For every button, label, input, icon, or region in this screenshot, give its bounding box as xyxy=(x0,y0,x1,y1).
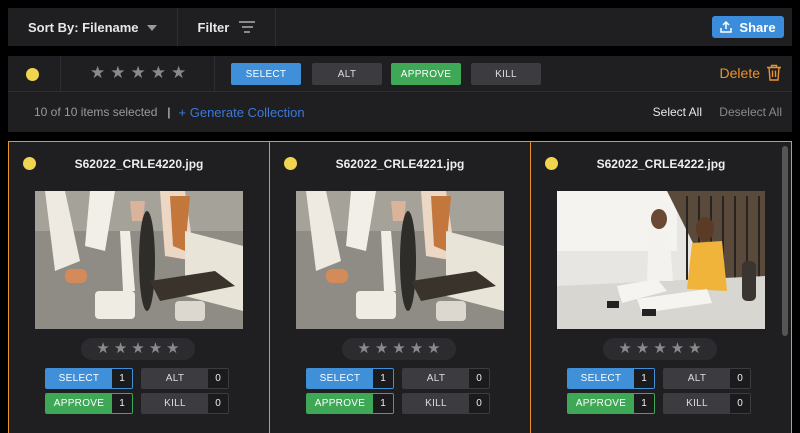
image-grid: S62022_CRLE4220.jpg ★ ★ ★ ★ ★ SELECT 1 A… xyxy=(8,141,792,433)
filter-icon xyxy=(239,21,256,33)
select-count: 1 xyxy=(112,369,132,388)
filename: S62022_CRLE4221.jpg xyxy=(335,157,465,171)
filename: S62022_CRLE4222.jpg xyxy=(596,157,726,171)
approve-tag-button[interactable]: APPROVE xyxy=(391,63,461,85)
star-icon[interactable]: ★ xyxy=(653,340,666,358)
image-thumbnail[interactable] xyxy=(35,191,243,329)
kill-counter[interactable]: KILL 0 xyxy=(663,393,751,414)
image-card[interactable]: S62022_CRLE4221.jpg ★ ★ ★ ★ ★ SELECT 1 A… xyxy=(269,141,531,433)
chevron-down-icon xyxy=(146,25,157,31)
star-icon[interactable]: ★ xyxy=(427,340,440,358)
approve-count: 1 xyxy=(373,394,393,413)
alt-label: ALT xyxy=(664,369,730,388)
kill-counter[interactable]: KILL 0 xyxy=(141,393,229,414)
batch-action-bar: ★ ★ ★ ★ ★ SELECT ALT APPROVE KILL Delete… xyxy=(8,56,792,132)
filename: S62022_CRLE4220.jpg xyxy=(74,157,204,171)
star-rating[interactable]: ★ ★ ★ ★ ★ xyxy=(603,338,717,360)
star-icon[interactable]: ★ xyxy=(131,64,146,82)
star-icon[interactable]: ★ xyxy=(151,64,166,82)
alt-counter[interactable]: ALT 0 xyxy=(663,368,751,389)
star-icon[interactable]: ★ xyxy=(110,64,125,82)
star-icon[interactable]: ★ xyxy=(149,340,162,358)
approve-count: 1 xyxy=(112,394,132,413)
kill-label: KILL xyxy=(664,394,730,413)
select-label: SELECT xyxy=(568,369,634,388)
alt-tag-button[interactable]: ALT xyxy=(312,63,382,85)
alt-label: ALT xyxy=(403,369,469,388)
kill-tag-button[interactable]: KILL xyxy=(471,63,541,85)
select-all-link[interactable]: Select All xyxy=(653,105,702,119)
alt-count: 0 xyxy=(208,369,228,388)
image-card[interactable]: S62022_CRLE4220.jpg ★ ★ ★ ★ ★ SELECT 1 A… xyxy=(8,141,270,433)
kill-counter[interactable]: KILL 0 xyxy=(402,393,490,414)
status-dot[interactable] xyxy=(26,68,39,81)
alt-label: ALT xyxy=(142,369,208,388)
star-icon[interactable]: ★ xyxy=(131,340,144,358)
select-counter[interactable]: SELECT 1 xyxy=(45,368,133,389)
divider xyxy=(60,56,61,92)
select-label: SELECT xyxy=(46,369,112,388)
kill-label: KILL xyxy=(142,394,208,413)
share-label: Share xyxy=(739,19,776,35)
share-button[interactable]: Share xyxy=(712,16,784,38)
star-icon[interactable]: ★ xyxy=(636,340,649,358)
star-rating[interactable]: ★ ★ ★ ★ ★ xyxy=(81,338,195,360)
select-count: 1 xyxy=(373,369,393,388)
approve-count: 1 xyxy=(634,394,654,413)
star-icon[interactable]: ★ xyxy=(171,64,186,82)
star-icon[interactable]: ★ xyxy=(96,340,109,358)
select-count: 1 xyxy=(634,369,654,388)
batch-tools-row: ★ ★ ★ ★ ★ SELECT ALT APPROVE KILL Delete xyxy=(8,56,792,92)
upload-icon xyxy=(720,21,733,33)
divider xyxy=(214,56,215,92)
star-icon[interactable]: ★ xyxy=(166,340,179,358)
star-icon[interactable]: ★ xyxy=(375,340,388,358)
deselect-all-link[interactable]: Deselect All xyxy=(719,105,782,119)
alt-count: 0 xyxy=(730,369,750,388)
star-rating[interactable]: ★ ★ ★ ★ ★ xyxy=(342,338,456,360)
delete-button[interactable]: Delete xyxy=(720,64,782,81)
kill-count: 0 xyxy=(730,394,750,413)
approve-counter[interactable]: APPROVE 1 xyxy=(306,393,394,414)
kill-count: 0 xyxy=(469,394,489,413)
approve-counter[interactable]: APPROVE 1 xyxy=(567,393,655,414)
trash-icon xyxy=(767,64,781,81)
select-tag-button[interactable]: SELECT xyxy=(231,63,301,85)
approve-label: APPROVE xyxy=(568,394,634,413)
sort-dropdown[interactable]: Sort By: Filename xyxy=(8,8,178,46)
selection-row: 10 of 10 items selected | + Generate Col… xyxy=(8,92,792,132)
star-icon[interactable]: ★ xyxy=(392,340,405,358)
star-icon[interactable]: ★ xyxy=(671,340,684,358)
image-thumbnail[interactable] xyxy=(296,191,504,329)
image-card[interactable]: S62022_CRLE4222.jpg ★ ★ ★ ★ ★ SELECT 1 A… xyxy=(530,141,792,433)
scrollbar[interactable] xyxy=(782,146,788,336)
selection-count: 10 of 10 items selected xyxy=(34,105,158,119)
alt-counter[interactable]: ALT 0 xyxy=(402,368,490,389)
separator: | xyxy=(167,105,171,119)
kill-count: 0 xyxy=(208,394,228,413)
filter-button[interactable]: Filter xyxy=(178,8,277,46)
star-icon[interactable]: ★ xyxy=(410,340,423,358)
top-toolbar: Sort By: Filename Filter Share xyxy=(8,8,792,46)
delete-label: Delete xyxy=(719,64,760,81)
image-thumbnail[interactable] xyxy=(557,191,765,329)
filter-label: Filter xyxy=(197,19,230,35)
approve-label: APPROVE xyxy=(307,394,373,413)
kill-label: KILL xyxy=(403,394,469,413)
approve-label: APPROVE xyxy=(46,394,112,413)
star-icon[interactable]: ★ xyxy=(90,64,105,82)
batch-star-rating[interactable]: ★ ★ ★ ★ ★ xyxy=(90,64,186,82)
approve-counter[interactable]: APPROVE 1 xyxy=(45,393,133,414)
generate-collection-link[interactable]: + Generate Collection xyxy=(179,105,305,120)
star-icon[interactable]: ★ xyxy=(688,340,701,358)
sort-label: Sort By: Filename xyxy=(28,19,139,35)
star-icon[interactable]: ★ xyxy=(114,340,127,358)
select-label: SELECT xyxy=(307,369,373,388)
star-icon[interactable]: ★ xyxy=(618,340,631,358)
alt-count: 0 xyxy=(469,369,489,388)
select-counter[interactable]: SELECT 1 xyxy=(306,368,394,389)
select-counter[interactable]: SELECT 1 xyxy=(567,368,655,389)
alt-counter[interactable]: ALT 0 xyxy=(141,368,229,389)
star-icon[interactable]: ★ xyxy=(357,340,370,358)
